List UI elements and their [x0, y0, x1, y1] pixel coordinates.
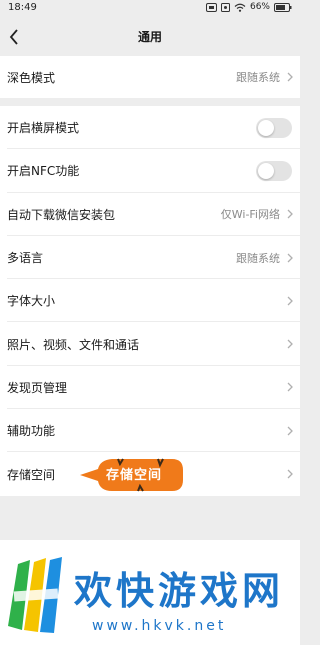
chevron-right-icon: [287, 452, 293, 495]
settings-group-general: 开启横屏模式 开启NFC功能 自动下载微信安装包 仅Wi-Fi网络 多语言 跟随…: [0, 106, 300, 496]
notification-icon: [205, 2, 217, 12]
status-bar: 18:49 66%: [0, 0, 300, 18]
setting-label: 自动下载微信安装包: [7, 207, 116, 222]
callout-text: 存储空间: [106, 468, 163, 483]
setting-label: 开启横屏模式: [7, 121, 80, 136]
settings-group-display: 深色模式 跟随系统: [0, 56, 300, 98]
chevron-right-icon: [287, 279, 293, 322]
setting-label: 辅助功能: [7, 424, 56, 439]
watermark-logo-icon: [8, 557, 62, 633]
setting-label: 多语言: [7, 251, 44, 266]
setting-landscape-mode: 开启横屏模式: [0, 106, 300, 150]
battery-icon: [274, 2, 292, 12]
setting-auto-download[interactable]: 自动下载微信安装包 仅Wi-Fi网络: [0, 193, 300, 237]
setting-nfc: 开启NFC功能: [0, 149, 300, 193]
setting-value: 跟随系统: [236, 251, 280, 265]
setting-dark-mode[interactable]: 深色模式 跟随系统: [0, 56, 300, 98]
chevron-right-icon: [287, 409, 293, 452]
setting-label: 照片、视频、文件和通话: [7, 337, 140, 352]
chevron-right-icon: [287, 322, 293, 365]
setting-label: 深色模式: [7, 70, 56, 85]
setting-label: 开启NFC功能: [7, 164, 80, 179]
nav-bar: 通用: [0, 18, 300, 56]
watermark-title: 欢快游戏网: [74, 569, 285, 613]
watermark-url: www.hkvk.net: [92, 618, 227, 634]
setting-font-size[interactable]: 字体大小: [0, 279, 300, 323]
setting-label: 字体大小: [7, 294, 56, 309]
setting-value: 跟随系统: [236, 71, 280, 84]
setting-language[interactable]: 多语言 跟随系统: [0, 236, 300, 280]
setting-media[interactable]: 照片、视频、文件和通话: [0, 322, 300, 367]
watermark-banner: 欢快游戏网 www.hkvk.net: [0, 540, 300, 645]
storage-callout-badge: 存储空间: [80, 456, 184, 494]
status-icons: 66%: [205, 2, 292, 12]
page-title: 通用: [137, 30, 162, 44]
chevron-right-icon: [287, 56, 293, 98]
sim-icon: [220, 2, 230, 12]
setting-accessibility[interactable]: 辅助功能: [0, 409, 300, 453]
setting-value: 仅Wi-Fi网络: [220, 208, 280, 222]
toggle-knob: [258, 119, 274, 136]
setting-label: 发现页管理: [7, 380, 68, 395]
nfc-toggle[interactable]: [256, 160, 292, 181]
wifi-icon: [234, 3, 246, 12]
status-time: 18:49: [8, 2, 37, 13]
battery-percent: 66%: [249, 2, 270, 12]
setting-label: 存储空间: [7, 467, 56, 482]
chevron-right-icon: [287, 193, 293, 236]
toggle-knob: [258, 162, 274, 179]
landscape-toggle[interactable]: [256, 117, 292, 138]
chevron-right-icon: [287, 366, 293, 409]
chevron-right-icon: [287, 236, 293, 279]
setting-discover[interactable]: 发现页管理: [0, 366, 300, 410]
